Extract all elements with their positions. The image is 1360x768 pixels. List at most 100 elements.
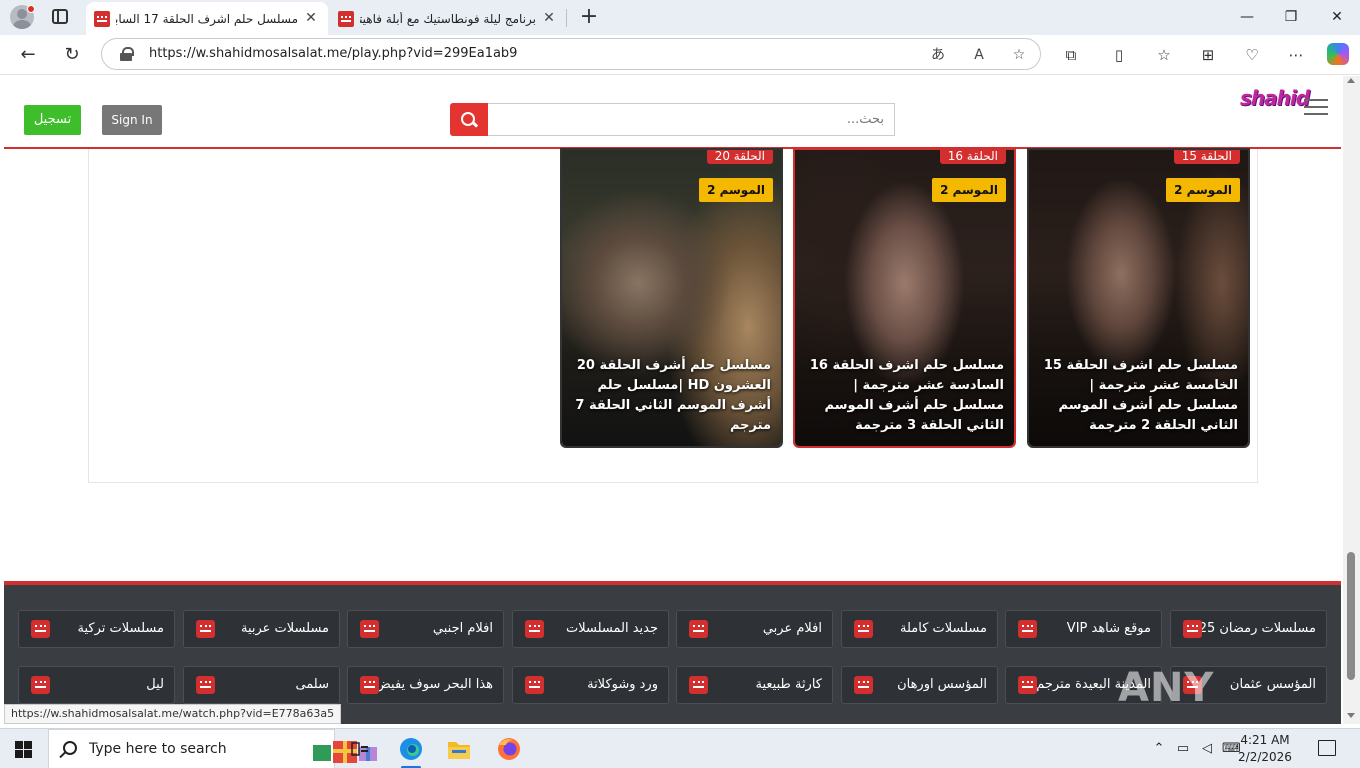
site-logo[interactable]: shahid <box>1240 86 1310 110</box>
series-icon <box>31 676 50 694</box>
scroll-up-arrow-icon[interactable] <box>1347 78 1355 83</box>
footer-link[interactable]: ورد وشوكلاتة <box>512 666 669 704</box>
footer-link-label: سلمى <box>295 677 329 692</box>
tab-close-icon[interactable]: ✕ <box>540 9 558 27</box>
search-icon[interactable] <box>450 103 488 136</box>
footer-link-label: مسلسلات تركية <box>77 621 164 636</box>
split-screen-icon[interactable]: ▯ <box>1107 43 1131 67</box>
footer-link-label: موقع شاهد VIP <box>1066 621 1151 636</box>
footer-link[interactable]: مسلسلات تركية <box>18 610 175 648</box>
translate-icon[interactable]: あ <box>927 44 949 66</box>
tab-title: برنامج ليلة فونطاستيك مع أبلة فاهيتا <box>360 11 536 26</box>
refresh-icon[interactable]: ↻ <box>58 41 86 69</box>
footer-link[interactable]: ليل <box>18 666 175 704</box>
footer-link[interactable]: المؤسس اورهان <box>841 666 998 704</box>
page-scrollbar[interactable] <box>1343 76 1360 724</box>
tab-inactive[interactable]: برنامج ليلة فونطاستيك مع أبلة فاهيتا ✕ <box>330 2 566 35</box>
url-text[interactable]: https://w.shahidmosalsalat.me/play.php?v… <box>149 46 517 61</box>
lock-icon[interactable] <box>120 47 134 61</box>
taskbar-search-box[interactable]: Type here to search <box>48 729 377 768</box>
episode-title[interactable]: مسلسل حلم اشرف الحلقة 15 الخامسة عشر متر… <box>1039 356 1238 436</box>
scroll-down-arrow-icon[interactable] <box>1347 713 1355 718</box>
season-badge: الموسم 2 <box>932 178 1006 202</box>
season-badge: الموسم 2 <box>699 178 773 202</box>
footer-link-label: مسلسلات كاملة <box>900 621 987 636</box>
episode-title[interactable]: مسلسل حلم أشرف الحلقة 20 العشرون HD |مسل… <box>572 356 771 436</box>
footer-link[interactable]: سلمى <box>183 666 340 704</box>
footer-link[interactable]: مسلسلات عربية <box>183 610 340 648</box>
edge-browser-icon[interactable] <box>391 733 431 768</box>
episode-badge: الحلقة 15 <box>1173 150 1240 164</box>
hamburger-menu-icon[interactable] <box>1304 99 1328 115</box>
series-icon <box>525 620 544 638</box>
windows-taskbar: Type here to search ⌃ ▭ ◁ ⌨ 4:21 AM 2/2/… <box>0 728 1360 768</box>
taskbar-search-text: Type here to search <box>89 741 227 757</box>
notification-center-icon[interactable] <box>1318 740 1336 756</box>
copilot-icon[interactable] <box>1327 43 1349 65</box>
read-aloud-icon[interactable]: A <box>968 44 990 66</box>
firefox-icon[interactable] <box>489 733 529 768</box>
browser-tab-bar: مسلسل حلم اشرف الحلقة 17 السابعة ✕ برنام… <box>0 0 1360 35</box>
episode-card[interactable]: الحلقة 16 الموسم 2 مسلسل حلم اشرف الحلقة… <box>793 148 1016 448</box>
footer-link[interactable]: جديد المسلسلات <box>512 610 669 648</box>
close-window-button[interactable]: ✕ <box>1314 0 1360 34</box>
footer-link[interactable]: هذا البحر سوف يفيض <box>347 666 504 704</box>
search-input[interactable] <box>488 103 895 136</box>
taskbar-clock[interactable]: 4:21 AM 2/2/2026 <box>1238 732 1292 766</box>
episode-card[interactable]: الحلقة 15 الموسم 2 مسلسل حلم اشرف الحلقة… <box>1027 148 1250 448</box>
series-icon <box>360 676 379 694</box>
tab-title: مسلسل حلم اشرف الحلقة 17 السابعة <box>116 11 298 26</box>
tab-active[interactable]: مسلسل حلم اشرف الحلقة 17 السابعة ✕ <box>86 2 328 35</box>
minimize-button[interactable]: — <box>1224 0 1270 34</box>
favorite-star-icon[interactable]: ☆ <box>1008 44 1030 66</box>
favorites-icon[interactable]: ☆ <box>1152 43 1176 67</box>
series-icon <box>360 620 379 638</box>
collections-icon[interactable]: ⊞ <box>1196 43 1220 67</box>
clock-date: 2/2/2026 <box>1238 750 1292 764</box>
address-toolbar: ← ↻ https://w.shahidmosalsalat.me/play.p… <box>0 35 1360 75</box>
footer-link-label: افلام عربي <box>762 621 822 636</box>
sign-in-button[interactable]: Sign In <box>102 105 162 135</box>
back-arrow-icon[interactable]: ← <box>14 41 42 69</box>
footer-link[interactable]: مسلسلات كاملة <box>841 610 998 648</box>
profile-notification-dot <box>27 5 35 13</box>
footer-link-label: ورد وشوكلاتة <box>587 677 658 692</box>
footer-link-label: افلام اجنبي <box>432 621 493 636</box>
clock-time: 4:21 AM <box>1240 733 1290 747</box>
task-view-icon[interactable] <box>340 733 380 768</box>
volume-icon[interactable]: ◁ <box>1198 740 1216 758</box>
scroll-thumb[interactable] <box>1347 552 1355 680</box>
footer-link[interactable]: افلام اجنبي <box>347 610 504 648</box>
browser-essentials-icon[interactable]: ♡ <box>1240 43 1264 67</box>
extensions-icon[interactable]: ⧉ <box>1059 43 1083 67</box>
network-icon[interactable]: ▭ <box>1174 740 1192 758</box>
maximize-button[interactable]: ❐ <box>1268 0 1314 34</box>
status-bar-url: https://w.shahidmosalsalat.me/watch.php?… <box>4 704 342 724</box>
windows-start-icon[interactable] <box>15 741 32 758</box>
tray-chevron-icon[interactable]: ⌃ <box>1150 740 1168 758</box>
episode-card[interactable]: الحلقة 20 الموسم 2 مسلسل حلم أشرف الحلقة… <box>560 148 783 448</box>
episode-badge: الحلقة 16 <box>939 150 1006 164</box>
episode-badge: الحلقة 20 <box>706 150 773 164</box>
series-icon <box>854 676 873 694</box>
page-viewport: تسجيل Sign In shahid الحلقة 20 الموسم 2 … <box>0 76 1343 724</box>
episode-title[interactable]: مسلسل حلم اشرف الحلقة 16 السادسة عشر متر… <box>805 356 1004 436</box>
more-menu-icon[interactable]: ⋯ <box>1284 43 1308 67</box>
address-bar[interactable]: https://w.shahidmosalsalat.me/play.php?v… <box>101 38 1041 70</box>
register-button[interactable]: تسجيل <box>24 105 81 135</box>
footer-link[interactable]: موقع شاهد VIP <box>1005 610 1162 648</box>
footer-link-label: ليل <box>146 677 164 692</box>
new-tab-button[interactable]: + <box>577 4 601 30</box>
anyrun-watermark: ANY RUN <box>1118 665 1217 768</box>
series-icon <box>196 676 215 694</box>
file-explorer-icon[interactable] <box>439 733 479 768</box>
tab-close-icon[interactable]: ✕ <box>302 9 320 27</box>
series-icon <box>31 620 50 638</box>
series-icon <box>689 676 708 694</box>
tab-actions-icon[interactable] <box>52 9 68 24</box>
footer-link-label: مسلسلات رمضان 2025 <box>1182 621 1316 636</box>
footer-link-label: كارثة طبيعية <box>755 677 822 692</box>
footer-link[interactable]: كارثة طبيعية <box>676 666 833 704</box>
footer-link[interactable]: مسلسلات رمضان 2025 <box>1170 610 1327 648</box>
footer-link[interactable]: افلام عربي <box>676 610 833 648</box>
